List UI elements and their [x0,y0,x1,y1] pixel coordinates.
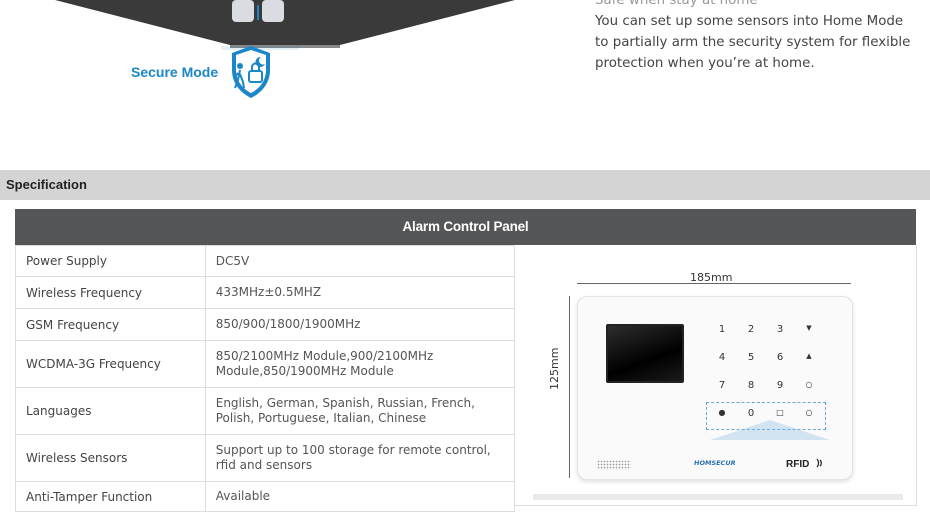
keypad-key: 4 [718,352,726,363]
rfid-wave-icon [816,458,822,468]
spec-key: WCDMA-3G Frequency [15,340,206,388]
panel-title: Alarm Control Panel [402,219,529,234]
rfid-beam-graphic [710,420,830,440]
function-key: 0 [747,408,755,419]
home-mode-description: Safe when stay at home You can set up so… [595,0,925,74]
description-line-3: protection when you’re at home. [595,56,815,71]
keypad-key: ○ [805,380,813,389]
table-row: Languages English, German, Spanish, Russ… [15,387,516,435]
spec-key: Languages [15,387,206,435]
function-key: □ [776,408,784,417]
bottom-strip [533,494,903,500]
specification-title: Specification [6,177,87,192]
specification-bar: Specification [0,170,930,200]
description-line-1: You can set up some sensors into Home Mo… [595,14,904,29]
spec-value: 433MHz±0.5MHZ [204,276,516,309]
floor-illustration [55,0,560,50]
height-dimension-line [569,296,570,478]
spec-value: English, German, Spanish, Russian, Frenc… [204,387,516,435]
secure-mode-label: Secure Mode [131,64,219,80]
keypad-key: 2 [747,324,755,335]
spec-value: 850/2100MHz Module,900/2100MHz Module,85… [204,340,516,388]
table-row: Wireless Sensors Support up to 100 stora… [15,434,516,482]
spec-key: Anti-Tamper Function [15,481,206,512]
table-row: Anti-Tamper Function Available [15,481,516,512]
function-key: ● [718,408,726,417]
description-heading: Safe when stay at home [595,0,758,8]
description-line-2: to partially arm the security system for… [595,35,911,50]
table-row: GSM Frequency 850/900/1800/1900MHz [15,308,516,341]
hero-section: Secure Mode Safe when stay at home You c… [0,0,930,170]
keypad-key: ▲ [806,352,812,360]
keypad-key: 5 [747,352,755,363]
keypad-key: 6 [776,352,784,363]
height-dimension-label: 125mm [548,347,561,390]
spec-value: Available [204,481,516,512]
keypad-key: 1 [718,324,726,335]
spec-key: GSM Frequency [15,308,206,341]
table-row: Power Supply DC5V [15,245,516,277]
device-screen [606,324,684,383]
brand-logo: HOMSECUR [694,459,736,467]
keypad-key: 9 [776,380,784,391]
spec-key: Wireless Frequency [15,276,206,309]
keypad-key: 3 [776,324,784,335]
spec-table: Power Supply DC5V Wireless Frequency 433… [15,245,516,512]
spec-key: Power Supply [15,245,206,277]
panel-header: Alarm Control Panel [15,209,916,245]
spec-value: DC5V [204,245,516,277]
keypad-key: 7 [718,380,726,391]
spec-value: 850/900/1800/1900MHz [204,308,516,341]
rfid-label: RFID [786,459,810,470]
keypad-key: ▼ [806,324,812,332]
keypad-key: 8 [747,380,755,391]
table-row: Wireless Frequency 433MHz±0.5MHZ [15,276,516,309]
spec-value: Support up to 100 storage for remote con… [204,434,516,482]
width-dimension-label: 185mm [690,271,733,284]
spec-key: Wireless Sensors [15,434,206,482]
function-key: ○ [805,408,813,417]
speaker-grille [597,460,631,470]
shield-person-icon [232,46,270,98]
table-row: WCDMA-3G Frequency 850/2100MHz Module,90… [15,340,516,388]
